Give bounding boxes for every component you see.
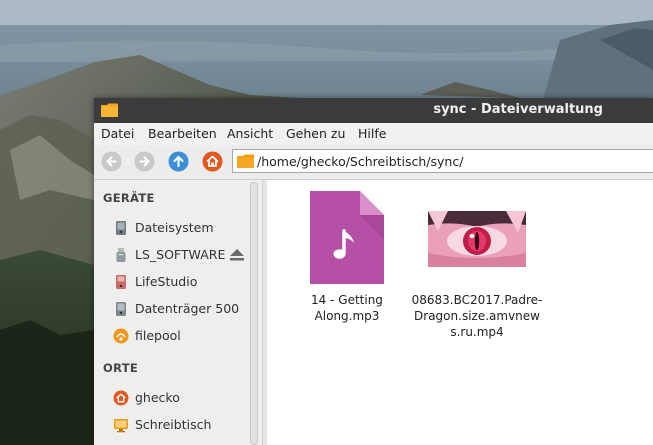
sidebar-item-label: Schreibtisch [135, 417, 212, 432]
sidebar-item-label: filepool [135, 328, 181, 343]
video-thumbnail [428, 211, 526, 267]
menubar: Datei Bearbeiten Ansicht Gehen zu Hilfe [94, 123, 653, 145]
hard-drive-icon [116, 302, 126, 316]
eject-icon[interactable] [230, 249, 244, 261]
file-item-video[interactable]: 08683.BC2017.Padre-Dragon.size.amvnews.r… [411, 191, 543, 340]
section-title-devices: GERÄTE [103, 191, 155, 205]
home-icon [202, 151, 223, 172]
sidebar-item-schreibtisch[interactable]: Schreibtisch [94, 413, 249, 437]
file-view[interactable]: 14 - Getting Along.mp3 08683.BC2017.Padr… [267, 180, 653, 445]
back-button[interactable] [101, 151, 122, 172]
sidebar-item-ghecko[interactable]: ghecko [94, 386, 249, 410]
file-name: 14 - Getting Along.mp3 [311, 293, 383, 323]
usb-drive-icon [116, 248, 126, 262]
titlebar[interactable]: sync - Dateiverwaltung [94, 98, 653, 123]
location-bar[interactable]: /home/ghecko/Schreibtisch/sync/ [232, 149, 653, 173]
menu-gehen-zu[interactable]: Gehen zu [286, 126, 345, 141]
sidebar: GERÄTE Dateisystem LS_SOFTWARE LifeStudi… [94, 180, 263, 445]
sidebar-item-filepool[interactable]: filepool [94, 324, 249, 348]
arrow-right-icon [134, 151, 155, 172]
removable-drive-icon [116, 275, 126, 289]
sidebar-item-label: ghecko [135, 390, 180, 405]
network-share-icon [113, 328, 129, 344]
parent-folder-button[interactable] [168, 151, 189, 172]
sidebar-item-lifestudio[interactable]: LifeStudio [94, 270, 249, 294]
forward-button[interactable] [134, 151, 155, 172]
home-icon [113, 390, 129, 406]
location-path: /home/ghecko/Schreibtisch/sync/ [257, 154, 464, 169]
menu-datei[interactable]: Datei [101, 126, 134, 141]
home-button[interactable] [202, 151, 223, 172]
sidebar-item-datentraeger[interactable]: Datenträger 500 ... [94, 297, 249, 321]
menu-ansicht[interactable]: Ansicht [227, 126, 273, 141]
folder-icon [101, 103, 118, 117]
toolbar: /home/ghecko/Schreibtisch/sync/ [94, 145, 653, 180]
hard-drive-icon [116, 221, 126, 235]
menu-hilfe[interactable]: Hilfe [358, 126, 386, 141]
sidebar-item-label: Dateisystem [135, 220, 214, 235]
menu-bearbeiten[interactable]: Bearbeiten [148, 126, 217, 141]
sidebar-item-ls-software[interactable]: LS_SOFTWARE [94, 243, 249, 267]
file-manager-window: sync - Dateiverwaltung Datei Bearbeiten … [94, 98, 653, 445]
sidebar-scrollbar[interactable] [250, 182, 258, 445]
sidebar-item-label: LifeStudio [135, 274, 198, 289]
sidebar-item-dateisystem[interactable]: Dateisystem [94, 216, 249, 240]
sidebar-item-label: LS_SOFTWARE [135, 247, 226, 262]
folder-icon [237, 154, 254, 168]
sidebar-item-label: Datenträger 500 ... [135, 301, 243, 316]
window-title: sync - Dateiverwaltung [433, 102, 603, 117]
file-item-audio[interactable]: 14 - Getting Along.mp3 [281, 191, 413, 324]
file-name: 08683.BC2017.Padre-Dragon.size.amvnews.r… [411, 293, 543, 339]
arrow-left-icon [101, 151, 122, 172]
desktop-icon [114, 419, 128, 433]
section-title-places: ORTE [103, 361, 139, 375]
arrow-up-icon [168, 151, 189, 172]
audio-file-icon [310, 191, 384, 284]
